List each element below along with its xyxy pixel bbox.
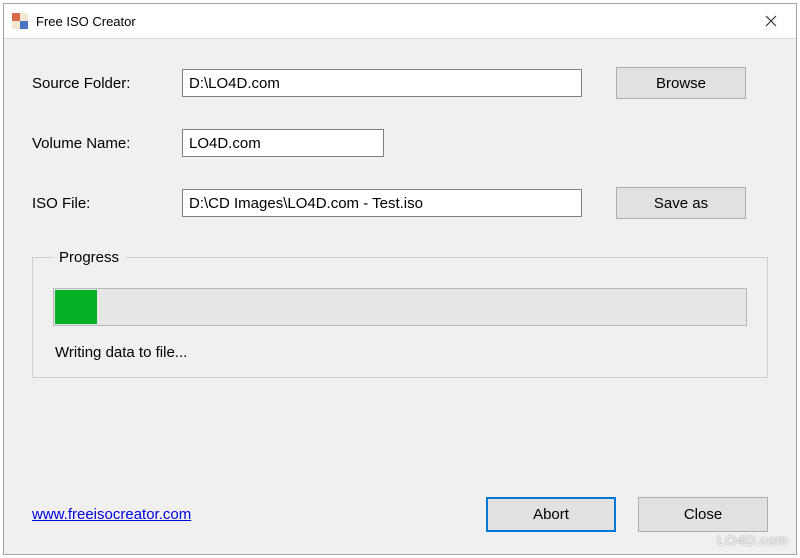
client-area: Source Folder: Browse Volume Name: ISO F… — [4, 39, 796, 554]
progress-group: Progress Writing data to file... — [32, 249, 768, 378]
abort-button[interactable]: Abort — [486, 497, 616, 532]
progress-fill — [55, 290, 97, 324]
source-label: Source Folder: — [32, 75, 182, 92]
source-row: Source Folder: Browse — [32, 67, 768, 99]
bottom-row: www.freeisocreator.com Abort Close — [32, 497, 768, 532]
progress-legend: Progress — [53, 249, 125, 266]
close-button[interactable]: Close — [638, 497, 768, 532]
progress-status: Writing data to file... — [53, 344, 747, 361]
website-link[interactable]: www.freeisocreator.com — [32, 506, 191, 523]
progress-bar — [53, 288, 747, 326]
volume-input[interactable] — [182, 129, 384, 157]
app-icon — [12, 13, 28, 29]
source-input[interactable] — [182, 69, 582, 97]
app-window: Free ISO Creator Source Folder: Browse V… — [3, 3, 797, 555]
iso-row: ISO File: Save as — [32, 187, 768, 219]
volume-label: Volume Name: — [32, 135, 182, 152]
titlebar: Free ISO Creator — [4, 4, 796, 39]
saveas-button[interactable]: Save as — [616, 187, 746, 219]
iso-input[interactable] — [182, 189, 582, 217]
volume-row: Volume Name: — [32, 129, 768, 157]
iso-label: ISO File: — [32, 195, 182, 212]
window-title: Free ISO Creator — [36, 14, 746, 29]
browse-button[interactable]: Browse — [616, 67, 746, 99]
close-icon[interactable] — [746, 4, 796, 38]
